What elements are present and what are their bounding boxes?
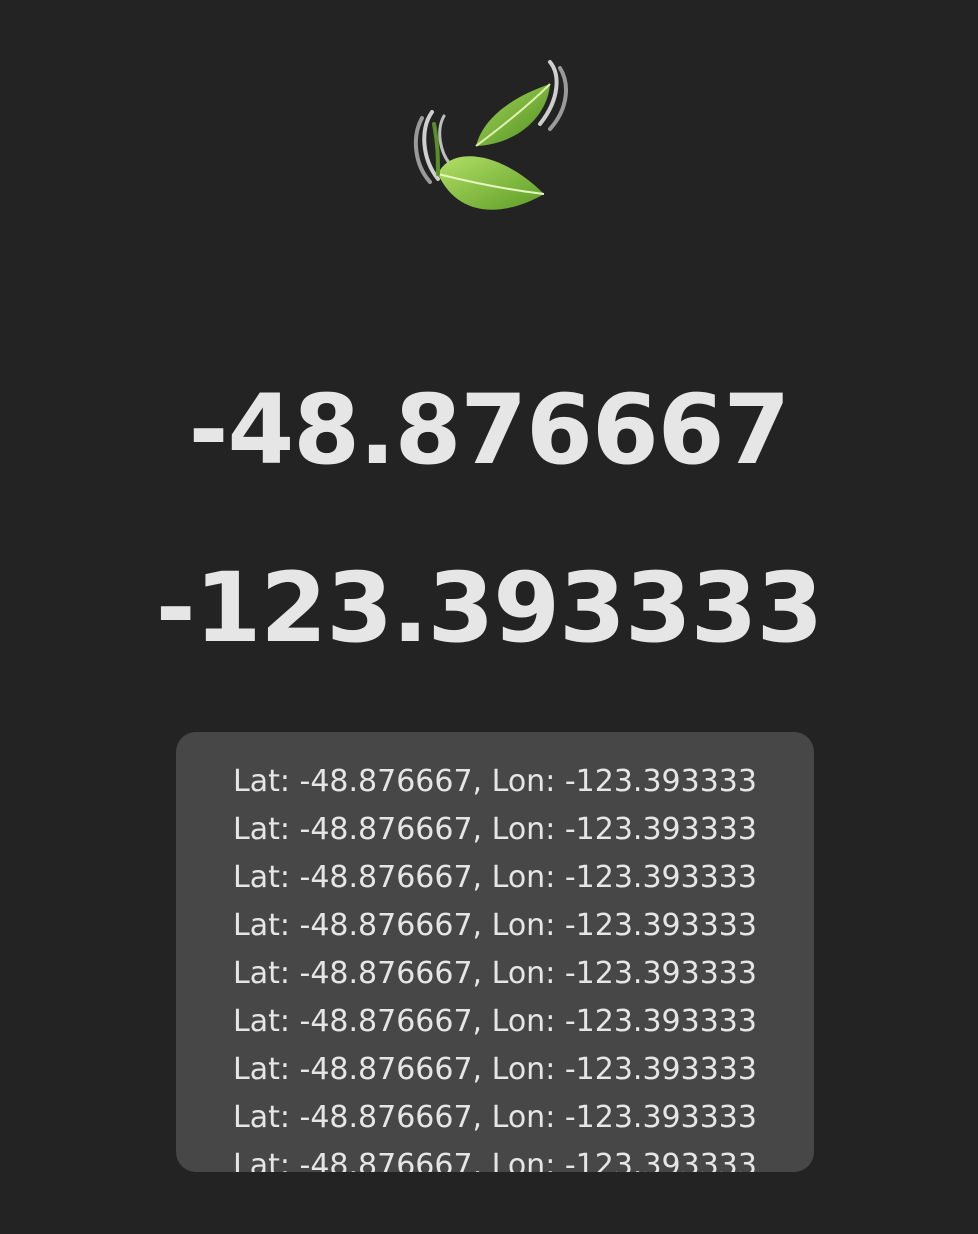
log-entry: Lat: -48.876667, Lon: -123.393333 [233, 956, 757, 991]
log-entry: Lat: -48.876667, Lon: -123.393333 [233, 812, 757, 847]
log-entry: Lat: -48.876667, Lon: -123.393333 [233, 1004, 757, 1039]
coordinate-log-panel[interactable]: Lat: -48.876667, Lon: -123.393333 Lat: -… [176, 732, 814, 1172]
log-entry: Lat: -48.876667, Lon: -123.393333 [233, 908, 757, 943]
log-entry: Lat: -48.876667, Lon: -123.393333 [233, 1100, 757, 1135]
log-entry: Lat: -48.876667, Lon: -123.393333 [233, 764, 757, 799]
log-entry: Lat: -48.876667, Lon: -123.393333 [233, 1052, 757, 1087]
wind-blown-leaf-icon [410, 54, 580, 224]
log-entry: Lat: -48.876667, Lon: -123.393333 [233, 1148, 757, 1172]
latitude-value: -48.876667 [188, 374, 791, 486]
longitude-value: -123.393333 [155, 552, 823, 664]
log-entry: Lat: -48.876667, Lon: -123.393333 [233, 860, 757, 895]
coordinate-log-list: Lat: -48.876667, Lon: -123.393333 Lat: -… [176, 732, 814, 1172]
